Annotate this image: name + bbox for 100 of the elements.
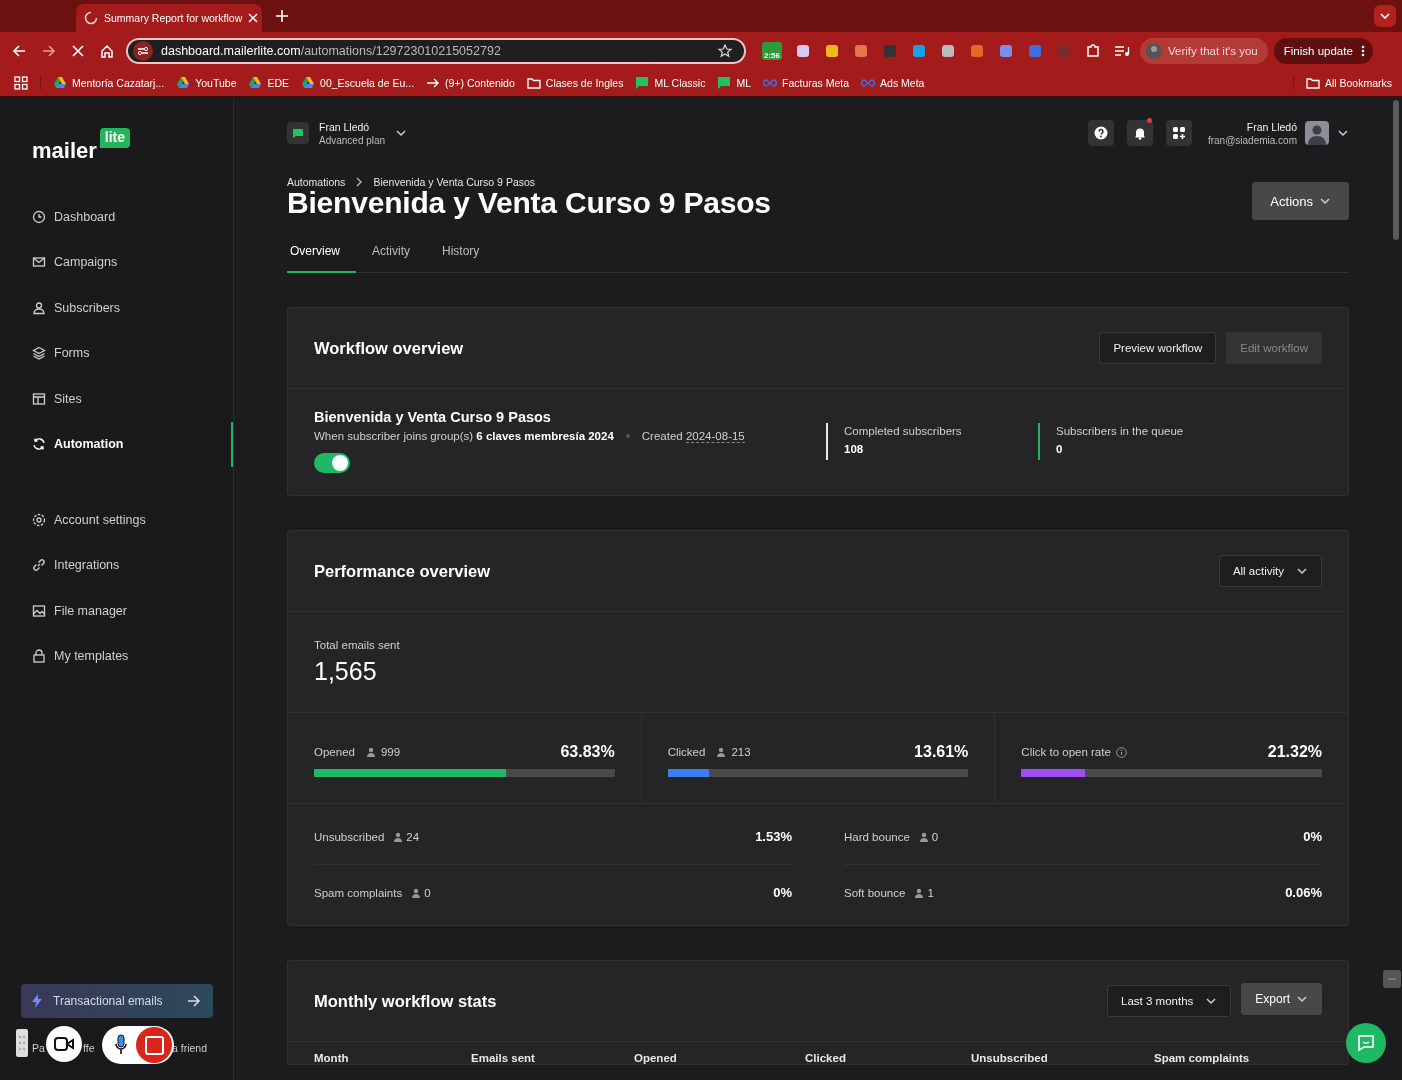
breadcrumb-link[interactable]: Automations [287, 176, 346, 188]
bookmark[interactable]: Facturas Meta [763, 76, 850, 90]
user-menu[interactable]: Fran Lledó fran@siademia.com [1207, 120, 1349, 146]
extensions-puzzle-icon[interactable] [1085, 43, 1101, 59]
stat-value: 108 [844, 443, 865, 455]
extension-button[interactable]: 2:56 [762, 42, 782, 60]
sidebar-item[interactable]: Dashboard [0, 194, 233, 240]
account-switcher[interactable]: Fran Lledó Advanced plan [287, 120, 408, 146]
tab[interactable]: History [439, 234, 496, 273]
close-icon[interactable] [248, 13, 259, 23]
person-icon [914, 887, 925, 898]
export-button[interactable]: Export [1241, 983, 1322, 1015]
stat-count: 0 [424, 886, 431, 899]
refresh-icon [32, 437, 46, 452]
extension-icon[interactable] [795, 43, 811, 59]
column-header: Clicked [805, 1052, 847, 1064]
apps-icon [1171, 126, 1186, 140]
extension-icon[interactable] [911, 43, 927, 59]
stat-percent: 0.06% [1285, 885, 1322, 900]
sidebar-item[interactable]: Sites [0, 376, 233, 422]
sidebar-item[interactable]: Forms [0, 330, 233, 376]
media-controls-icon[interactable] [1114, 43, 1130, 59]
notifications-button[interactable] [1126, 120, 1153, 146]
apps-button[interactable] [1165, 120, 1192, 146]
referral-text[interactable]: ffe [83, 1042, 95, 1054]
bookmark[interactable]: Mentoría Cazatarj... [53, 76, 165, 90]
infinity-icon [861, 76, 876, 90]
stat-label: Unsubscribed [314, 830, 385, 843]
extension-icon[interactable] [824, 43, 840, 59]
sidebar-item[interactable]: Account settings [0, 497, 233, 543]
account-plan: Advanced plan [319, 134, 386, 146]
update-button[interactable]: Finish update [1273, 38, 1373, 64]
extension-icon[interactable] [940, 43, 956, 59]
bookmark[interactable]: EDE [248, 76, 290, 90]
person-icon [365, 747, 376, 757]
tab[interactable]: Activity [369, 234, 427, 273]
column-header: Opened [634, 1052, 678, 1064]
sidebar-item[interactable]: Automation [0, 421, 233, 467]
card-title: Performance overview [314, 561, 491, 581]
chat-button[interactable] [1346, 1023, 1386, 1063]
bookmark[interactable]: ML [717, 76, 751, 90]
activity-filter[interactable]: All activity [1218, 555, 1322, 587]
bookmark-star-icon[interactable] [718, 44, 732, 58]
chevron-down-icon [1296, 565, 1308, 577]
breadcrumb-link[interactable]: Bienvenida y Venta Curso 9 Pasos [373, 176, 536, 188]
user-name: Fran Lledó [1245, 120, 1297, 133]
profile-chip[interactable]: Verify that it's you [1140, 38, 1268, 64]
bookmark[interactable]: ML Classic [635, 76, 706, 90]
extension-icon[interactable] [998, 43, 1014, 59]
envelope-icon [32, 255, 46, 270]
stop-icon[interactable] [72, 45, 84, 57]
home-icon[interactable] [100, 44, 114, 58]
chevron-down-icon [1205, 995, 1218, 1007]
stat-count: 24 [406, 830, 420, 843]
sidebar-item[interactable]: Campaigns [0, 239, 233, 285]
stop-recording-button[interactable] [136, 1027, 172, 1063]
microphone-icon [114, 1034, 128, 1056]
info-icon [1115, 746, 1127, 758]
sidebar-item[interactable]: File manager [0, 588, 233, 634]
column-header: Month [314, 1052, 350, 1064]
apps-icon[interactable] [14, 76, 28, 90]
period-select[interactable]: Last 3 months [1107, 985, 1232, 1017]
bookmark[interactable]: YouTube [176, 76, 237, 90]
all-bookmarks-button[interactable]: All Bookmarks [1305, 76, 1392, 90]
chevron-down-icon [1296, 993, 1308, 1005]
bookmark[interactable]: (9+) Contenido [426, 76, 515, 90]
sidebar-item[interactable]: My templates [0, 633, 233, 679]
sidebar-item[interactable]: Subscribers [0, 285, 233, 331]
tab-search-icon[interactable] [1374, 5, 1396, 27]
bookmark[interactable]: Ads Meta [861, 76, 925, 90]
referral-text[interactable]: a friend [172, 1042, 208, 1054]
arrow-icon [426, 76, 441, 90]
preview-button[interactable]: Preview workflow [1099, 332, 1217, 364]
forward-icon[interactable] [42, 44, 56, 58]
bookmark[interactable]: 00_Escuela de Eu... [301, 76, 415, 90]
workflow-name: Bienvenida y Venta Curso 9 Pasos [314, 409, 552, 425]
site-settings-icon[interactable] [133, 41, 153, 61]
help-button[interactable] [1087, 120, 1114, 146]
address-bar[interactable]: dashboard.mailerlite.com/automations/129723010215052792 [126, 38, 746, 64]
extension-icon[interactable] [853, 43, 869, 59]
more-icon [1360, 45, 1365, 57]
new-tab-icon[interactable] [276, 10, 288, 22]
referral-text[interactable]: Pa [32, 1042, 45, 1054]
bookmark[interactable]: Clases de Ingles [526, 76, 624, 90]
person-icon [393, 831, 404, 842]
chat-icon [287, 122, 309, 144]
back-icon[interactable] [12, 44, 26, 58]
layers-icon [32, 346, 46, 361]
infinity-icon [763, 76, 777, 90]
camera-button[interactable] [46, 1026, 82, 1062]
tab[interactable]: Overview [287, 234, 356, 273]
sidebar-item[interactable]: Integrations [0, 542, 233, 588]
drive-icon [301, 76, 316, 90]
scrollbar-thumb[interactable] [1393, 100, 1399, 240]
grip-icon[interactable] [16, 1029, 28, 1057]
actions-button[interactable]: Actions [1252, 182, 1349, 220]
workflow-toggle[interactable] [314, 453, 350, 473]
folder-icon [526, 76, 541, 90]
browser-tab[interactable]: Summary Report for workflow [76, 4, 262, 32]
promo-banner[interactable]: Transactional emails [21, 984, 213, 1018]
